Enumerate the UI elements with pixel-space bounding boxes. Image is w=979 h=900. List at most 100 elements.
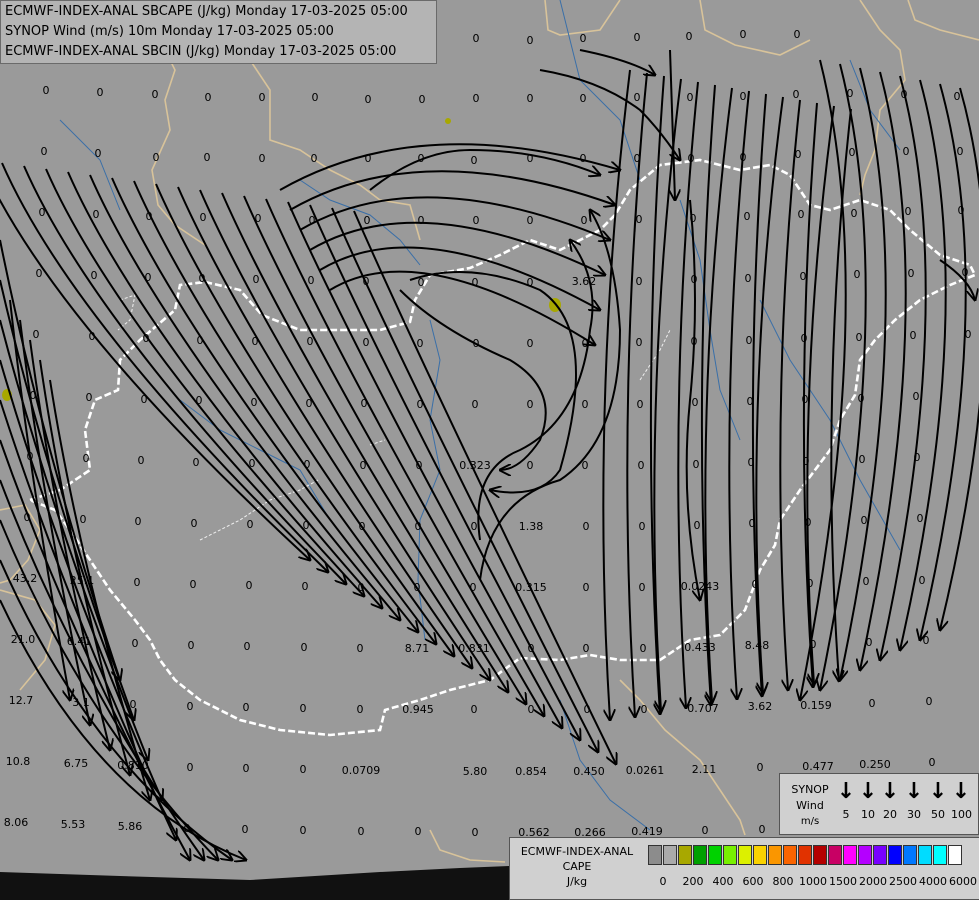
cape-value: 0 [634,31,641,44]
cape-value: 0 [303,519,310,532]
wind-legend-30: ↓ 30 [904,780,924,822]
cape-value: 0 [249,457,256,470]
cape-value: 0 [581,214,588,227]
cape-value: 0 [527,214,534,227]
wind-speed-label: 20 [883,808,897,821]
cape-value: 0 [856,331,863,344]
cape-value: 0 [243,762,250,775]
cape-value: 0 [748,456,755,469]
title-box: ECMWF-INDEX-ANAL SBCAPE (J/kg) Monday 17… [0,0,437,64]
cape-tick-label: 6000 [949,875,977,888]
cape-value: 0 [415,520,422,533]
cape-value: 0 [415,825,422,838]
cape-value: 0 [583,520,590,533]
cape-value: 0 [582,398,589,411]
cape-value: 0 [132,637,139,650]
cape-value: 10.8 [6,755,31,768]
cape-value: 3.62 [572,275,597,288]
cape-value: 0 [244,640,251,653]
wind-arrow-icon: ↓ [836,779,856,804]
cape-value: 0 [361,397,368,410]
cape-value: 0 [306,397,313,410]
cape-value: 0 [145,271,152,284]
cape-value: 0 [308,274,315,287]
cape-value: 0 [473,92,480,105]
wind-legend-5: ↓ 5 [836,779,856,822]
cape-value: 0.707 [687,702,719,715]
cape-value: 0 [24,511,31,524]
cape-value: 0 [187,761,194,774]
cape-value: 0 [360,459,367,472]
wind-speed-label: 50 [931,808,945,821]
cape-value: 0 [259,152,266,165]
cape-value: 0 [740,28,747,41]
cape-color-swatch [843,845,857,865]
wind-legend-title-2: Wind [796,799,824,812]
cape-value: 0.159 [800,699,832,712]
cape-color-swatch [693,845,707,865]
cape-color-swatch [918,845,932,865]
cape-value: 0 [153,151,160,164]
cape-value: 0 [204,151,211,164]
cape-value: 5.80 [463,765,488,778]
cape-value: 0 [141,393,148,406]
cape-tick-label: 4000 [919,875,947,888]
cape-value: 0 [471,154,478,167]
cape-value: 0 [801,332,808,345]
cape-value: 0 [135,515,142,528]
cape-value: 0 [954,90,961,103]
cape-value: 0 [691,273,698,286]
cape-value: 3.62 [748,700,773,713]
cape-value: 0 [312,91,319,104]
cape-value: 0.0243 [681,580,720,593]
cape-value: 0 [33,328,40,341]
cape-value: 0 [580,152,587,165]
cape-value: 0 [300,702,307,715]
cape-value: 12.7 [9,694,34,707]
cape-value: 0 [580,32,587,45]
cape-value: 0 [130,698,137,711]
cape-value: 0 [691,335,698,348]
cape-value: 0 [794,28,801,41]
cape-value: 0 [744,210,751,223]
cape-value: 0 [41,145,48,158]
cape-color-swatch [753,845,767,865]
cape-value: 0 [301,641,308,654]
cape-value: 0 [919,574,926,587]
cape-legend-unit: J/kg [566,875,588,888]
cape-value: 0 [863,575,870,588]
cape-value: 0 [528,703,535,716]
cape-value: 0 [363,275,370,288]
cape-value: 0 [640,642,647,655]
cape-value: 5.86 [118,820,143,833]
cape-value: 0 [304,458,311,471]
cape-value: 1.38 [519,520,544,533]
cape-value: 0 [747,395,754,408]
cape-value: 0 [417,337,424,350]
cape-value: 0 [752,578,759,591]
cape-value: 0 [914,451,921,464]
cape-value: 0 [470,581,477,594]
cape-value: 0 [191,517,198,530]
cape-value: 0 [851,207,858,220]
cape-value: 3.1 [72,696,90,709]
cape-value: 0 [957,145,964,158]
cape-value: 0 [357,642,364,655]
cape-color-swatch [858,845,872,865]
cape-value: 0.250 [859,758,891,771]
cape-value: 0 [903,145,910,158]
cape-value: 0 [641,703,648,716]
cape-value: 0 [95,147,102,160]
cape-color-swatch [798,845,812,865]
cape-value: 0 [246,579,253,592]
cape-value: 0 [36,267,43,280]
wind-legend-100: ↓ 100 [951,780,972,822]
cape-color-swatch [873,845,887,865]
cape-value: 0 [923,634,930,647]
cape-value: 0 [184,822,191,835]
cape-value: 0 [302,580,309,593]
cape-value: 0 [472,826,479,839]
cape-value: 0 [200,211,207,224]
cape-value: 0 [527,459,534,472]
title-sbcin: ECMWF-INDEX-ANAL SBCIN (J/kg) Monday 17-… [5,44,397,59]
